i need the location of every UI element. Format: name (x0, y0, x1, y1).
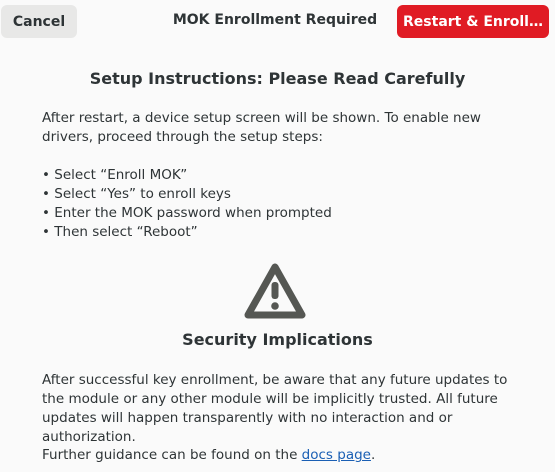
setup-intro-text: After restart, a device setup screen wil… (42, 110, 481, 145)
warning-icon (244, 263, 306, 319)
setup-step: Enter the MOK password when prompted (42, 204, 520, 223)
further-guidance-prefix: Further guidance can be found on the (42, 447, 302, 463)
dialog-title: MOK Enrollment Required (172, 12, 378, 28)
further-guidance-text: Further guidance can be found on the doc… (42, 446, 520, 465)
docs-page-link[interactable]: docs page (302, 447, 371, 463)
setup-steps-list: Select “Enroll MOK” Select “Yes” to enro… (42, 166, 520, 242)
security-body-text: After successful key enrollment, be awar… (42, 372, 508, 445)
security-implications-heading: Security Implications (182, 330, 373, 349)
cancel-button[interactable]: Cancel (1, 5, 77, 38)
mok-enrollment-dialog: Cancel MOK Enrollment Required Restart &… (0, 0, 555, 472)
setup-step: Then select “Reboot” (42, 223, 520, 242)
further-guidance-suffix: . (370, 447, 376, 463)
setup-instructions-heading: Setup Instructions: Please Read Carefull… (89, 69, 466, 88)
dialog-content: Setup Instructions: Please Read Carefull… (0, 44, 555, 472)
restart-and-enroll-button[interactable]: Restart & Enroll… (397, 5, 549, 38)
setup-step: Select “Enroll MOK” (42, 166, 520, 185)
header-bar: Cancel MOK Enrollment Required Restart &… (0, 0, 555, 44)
setup-step: Select “Yes” to enroll keys (42, 185, 520, 204)
